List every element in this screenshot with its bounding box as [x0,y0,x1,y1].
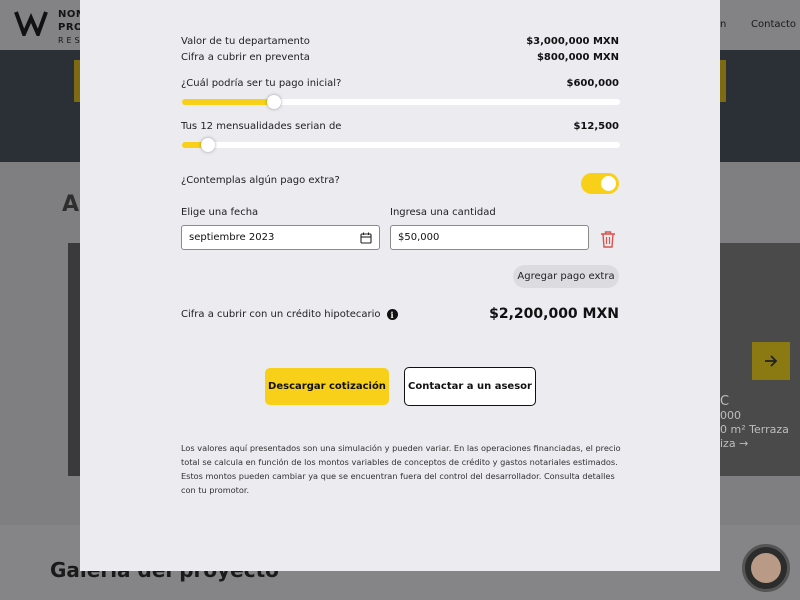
toggle-knob [601,176,616,191]
down-payment-slider-fill [182,99,274,105]
down-payment-value: $600,000 [566,78,619,89]
monthly-slider[interactable] [182,138,620,152]
credit-label: Cifra a cubrir con un crédito hipotecari… [181,309,381,320]
presale-amount: $800,000 MXN [536,52,619,63]
property-value-amount: $3,000,000 MXN [526,36,619,47]
carousel-next-button[interactable] [752,342,790,380]
amount-field[interactable]: $50,000 [390,225,589,250]
down-payment-slider[interactable] [182,95,620,109]
quote-simulator-modal: Valor de tu departamento $3,000,000 MXN … [80,0,720,571]
down-payment-row: ¿Cuál podría ser tu pago inicial? $600,0… [181,78,619,89]
amount-label: Ingresa una cantidad [390,207,496,218]
nav-item-contacto[interactable]: Contacto [751,19,796,30]
credit-row: Cifra a cubrir con un crédito hipotecari… [181,309,398,320]
date-label: Elige una fecha [181,207,259,218]
add-extra-payment-button[interactable]: Agregar pago extra [513,265,619,288]
presale-row: Cifra a cubrir en preventa $800,000 MXN [181,52,619,63]
trash-icon[interactable] [600,230,616,248]
nav-item-partial[interactable]: n [720,19,726,30]
property-value-label: Valor de tu departamento [181,36,310,47]
download-quote-button[interactable]: Descargar cotización [265,368,389,405]
property-value-row: Valor de tu departamento $3,000,000 MXN [181,36,619,47]
monthly-label: Tus 12 mensualidades serian de [181,121,342,132]
date-field-value: septiembre 2023 [189,232,275,243]
disclaimer-text: Los valores aquí presentados son una sim… [181,443,621,495]
date-field[interactable]: septiembre 2023 [181,225,380,250]
arrow-right-icon [765,355,778,367]
monthly-slider-thumb[interactable] [201,138,216,152]
monthly-row: Tus 12 mensualidades serian de $12,500 [181,121,619,132]
down-payment-label: ¿Cuál podría ser tu pago inicial? [181,78,342,89]
property-card-details: C 000 0 m² Terraza iza → [720,394,789,451]
extra-payment-question: ¿Contemplas algún pago extra? [181,175,340,186]
contact-advisor-button[interactable]: Contactar a un asesor [404,367,536,406]
advisor-photo [751,553,781,583]
presale-label: Cifra a cubrir en preventa [181,52,310,63]
property-card-left[interactable] [68,243,80,476]
down-payment-slider-thumb[interactable] [266,95,281,109]
brand-logo-icon [14,11,48,36]
monthly-value: $12,500 [573,121,619,132]
calendar-icon[interactable] [360,232,372,244]
extra-payment-toggle[interactable] [581,173,619,194]
amount-field-value: $50,000 [398,232,440,243]
chat-advisor-avatar[interactable] [742,544,790,592]
info-icon[interactable]: i [386,309,398,320]
credit-value: $2,200,000 MXN [489,306,619,322]
